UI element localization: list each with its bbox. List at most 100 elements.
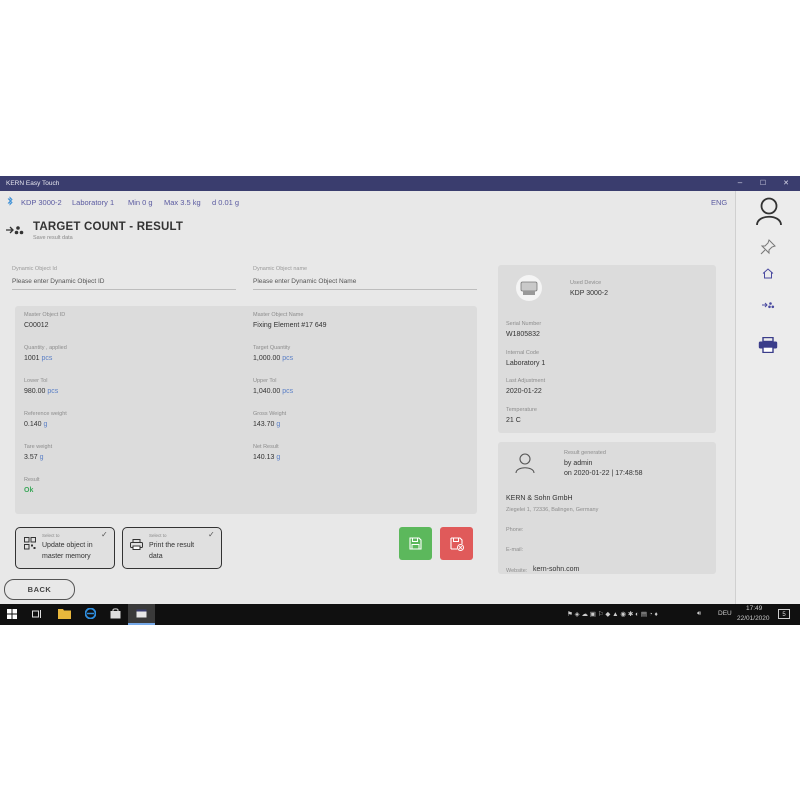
- target-count-icon: [6, 225, 28, 238]
- website-value[interactable]: kern-sohn.com: [533, 566, 579, 573]
- print-line2: data: [149, 553, 163, 560]
- serial-label: Serial Number: [506, 321, 542, 327]
- page-title: TARGET COUNT - RESULT: [33, 221, 184, 233]
- tare-weight-value: 3.57 g: [24, 454, 44, 461]
- company-address: Ziegelei 1, 72336, Balingen, Germany: [506, 507, 599, 513]
- master-id-label: Master Object ID: [24, 312, 66, 318]
- scale-icon: [515, 274, 543, 307]
- dynamic-name-label: Dynamic Object name: [253, 266, 308, 272]
- save-icon: [409, 537, 422, 555]
- result-status: Ok: [24, 487, 34, 494]
- target-qty-label: Target Quantity: [253, 345, 291, 351]
- home-icon[interactable]: [762, 266, 774, 284]
- serial-value: W1805832: [506, 331, 540, 338]
- user-icon: [514, 452, 536, 479]
- lower-tol-value: 980.00 pcs: [24, 388, 59, 395]
- app-window: KERN Easy Touch – ☐ ✕ KDP 3000-2 Laborat…: [0, 176, 800, 604]
- input-language[interactable]: DEU: [718, 610, 732, 617]
- language-selector[interactable]: ENG: [711, 198, 727, 207]
- status-d: d 0.01 g: [212, 198, 240, 207]
- title-bar: KERN Easy Touch – ☐ ✕: [0, 176, 800, 191]
- maximize-button[interactable]: ☐: [757, 179, 769, 187]
- update-select-to: Select to: [42, 533, 60, 538]
- notification-center-icon[interactable]: 5: [778, 609, 790, 619]
- save-cancel-icon: [450, 537, 464, 556]
- ref-weight-value: 0.140 g: [24, 421, 48, 428]
- volume-icon[interactable]: 🔊︎: [697, 610, 701, 618]
- print-select-to: Select to: [149, 533, 167, 538]
- taskbar: ⚑ ◈ ☁ ▣ ⚐ ◆ ▲ ◉ ✱ ◐ ▤ ◔ ♦ 🔊︎ DEU 17:49 2…: [0, 604, 800, 625]
- gross-weight-value: 143.70 g: [253, 421, 281, 428]
- temperature-value: 21 C: [506, 417, 521, 424]
- back-button[interactable]: BACK: [4, 579, 75, 600]
- last-adjustment-label: Last Adjustment: [506, 378, 546, 384]
- qty-applied-value: 1001 pcs: [24, 355, 53, 362]
- clock-date[interactable]: 22/01/2020: [737, 615, 770, 622]
- update-check-icon: ✓: [101, 530, 108, 539]
- result-generated-panel: Result generated by admin on 2020-01-22 …: [498, 442, 716, 574]
- status-location: Laboratory 1: [72, 198, 115, 207]
- dynamic-name-input[interactable]: Please enter Dynamic Object Name: [253, 278, 356, 285]
- minimize-button[interactable]: –: [734, 178, 746, 187]
- website-label: Website:: [506, 568, 528, 574]
- net-result-value: 140.13 g: [253, 454, 281, 461]
- last-adjustment-value: 2020-01-22: [506, 388, 542, 395]
- status-device: KDP 3000-2: [21, 198, 62, 207]
- print-result-button[interactable]: Select to ✓ Print the result data: [122, 527, 222, 569]
- save-button[interactable]: [399, 527, 432, 560]
- page-subtitle: Save result data: [33, 235, 73, 241]
- master-id-value: C00012: [24, 322, 49, 329]
- result-label: Result: [24, 477, 40, 483]
- windows-start-icon[interactable]: [7, 609, 17, 622]
- close-button[interactable]: ✕: [780, 179, 792, 187]
- ref-weight-label: Reference weight: [24, 411, 67, 417]
- kern-app-taskbar-item[interactable]: [128, 604, 155, 625]
- print-nav-icon[interactable]: [758, 336, 778, 358]
- edge-browser-icon[interactable]: [84, 607, 97, 622]
- qr-code-icon: [24, 537, 36, 555]
- result-generated-label: Result generated: [564, 450, 606, 456]
- generated-by: by admin: [564, 460, 593, 467]
- system-tray-icons[interactable]: ⚑ ◈ ☁ ▣ ⚐ ◆ ▲ ◉ ✱ ◐ ▤ ◔ ♦: [567, 610, 658, 618]
- target-qty-value: 1,000.00 pcs: [253, 355, 294, 362]
- lower-tol-label: Lower Tol: [24, 378, 48, 384]
- status-max: Max 3.5 kg: [164, 198, 201, 207]
- update-line2: master memory: [42, 553, 91, 560]
- bluetooth-icon: [7, 196, 13, 209]
- qty-applied-label: Quantity , applied: [24, 345, 67, 351]
- result-details-panel: Master Object ID C00012 Master Object Na…: [15, 306, 477, 514]
- update-object-button[interactable]: Select to ✓ Update object in master memo…: [15, 527, 115, 569]
- pin-icon[interactable]: [760, 239, 776, 260]
- phone-label: Phone:: [506, 527, 524, 533]
- gross-weight-label: Gross Weight: [253, 411, 287, 417]
- device-info-panel: Used Device KDP 3000-2 Serial Number W18…: [498, 265, 716, 433]
- task-view-icon[interactable]: [32, 609, 43, 622]
- discard-save-button[interactable]: [440, 527, 473, 560]
- internal-code-value: Laboratory 1: [506, 360, 546, 367]
- upper-tol-value: 1,040.00 pcs: [253, 388, 294, 395]
- user-profile-icon[interactable]: [755, 196, 783, 231]
- master-name-value: Fixing Element #17 649: [253, 322, 327, 329]
- master-name-label: Master Object Name: [253, 312, 304, 318]
- used-device-label: Used Device: [570, 280, 602, 286]
- print-line1: Print the result: [149, 542, 195, 549]
- store-icon[interactable]: [110, 608, 121, 622]
- internal-code-label: Internal Code: [506, 350, 540, 356]
- status-min: Min 0 g: [128, 198, 153, 207]
- dynamic-id-label: Dynamic Object Id: [12, 266, 57, 272]
- update-line1: Update object in: [42, 542, 93, 549]
- device-status-bar: KDP 3000-2 Laboratory 1 Min 0 g Max 3.5 …: [0, 191, 735, 211]
- file-explorer-icon[interactable]: [58, 608, 71, 622]
- dynamic-id-underline: [12, 289, 236, 290]
- right-sidebar: [735, 191, 800, 604]
- used-device-value: KDP 3000-2: [570, 290, 609, 297]
- temperature-label: Temperature: [506, 407, 537, 413]
- generated-on: on 2020-01-22 | 17:48:58: [564, 470, 643, 477]
- company-name: KERN & Sohn GmbH: [506, 495, 573, 502]
- email-label: E-mail:: [506, 547, 524, 553]
- target-count-nav-icon[interactable]: [762, 296, 776, 314]
- upper-tol-label: Upper Tol: [253, 378, 277, 384]
- dynamic-id-input[interactable]: Please enter Dynamic Object ID: [12, 278, 104, 285]
- dynamic-name-underline: [253, 289, 477, 290]
- clock-time[interactable]: 17:49: [746, 605, 762, 612]
